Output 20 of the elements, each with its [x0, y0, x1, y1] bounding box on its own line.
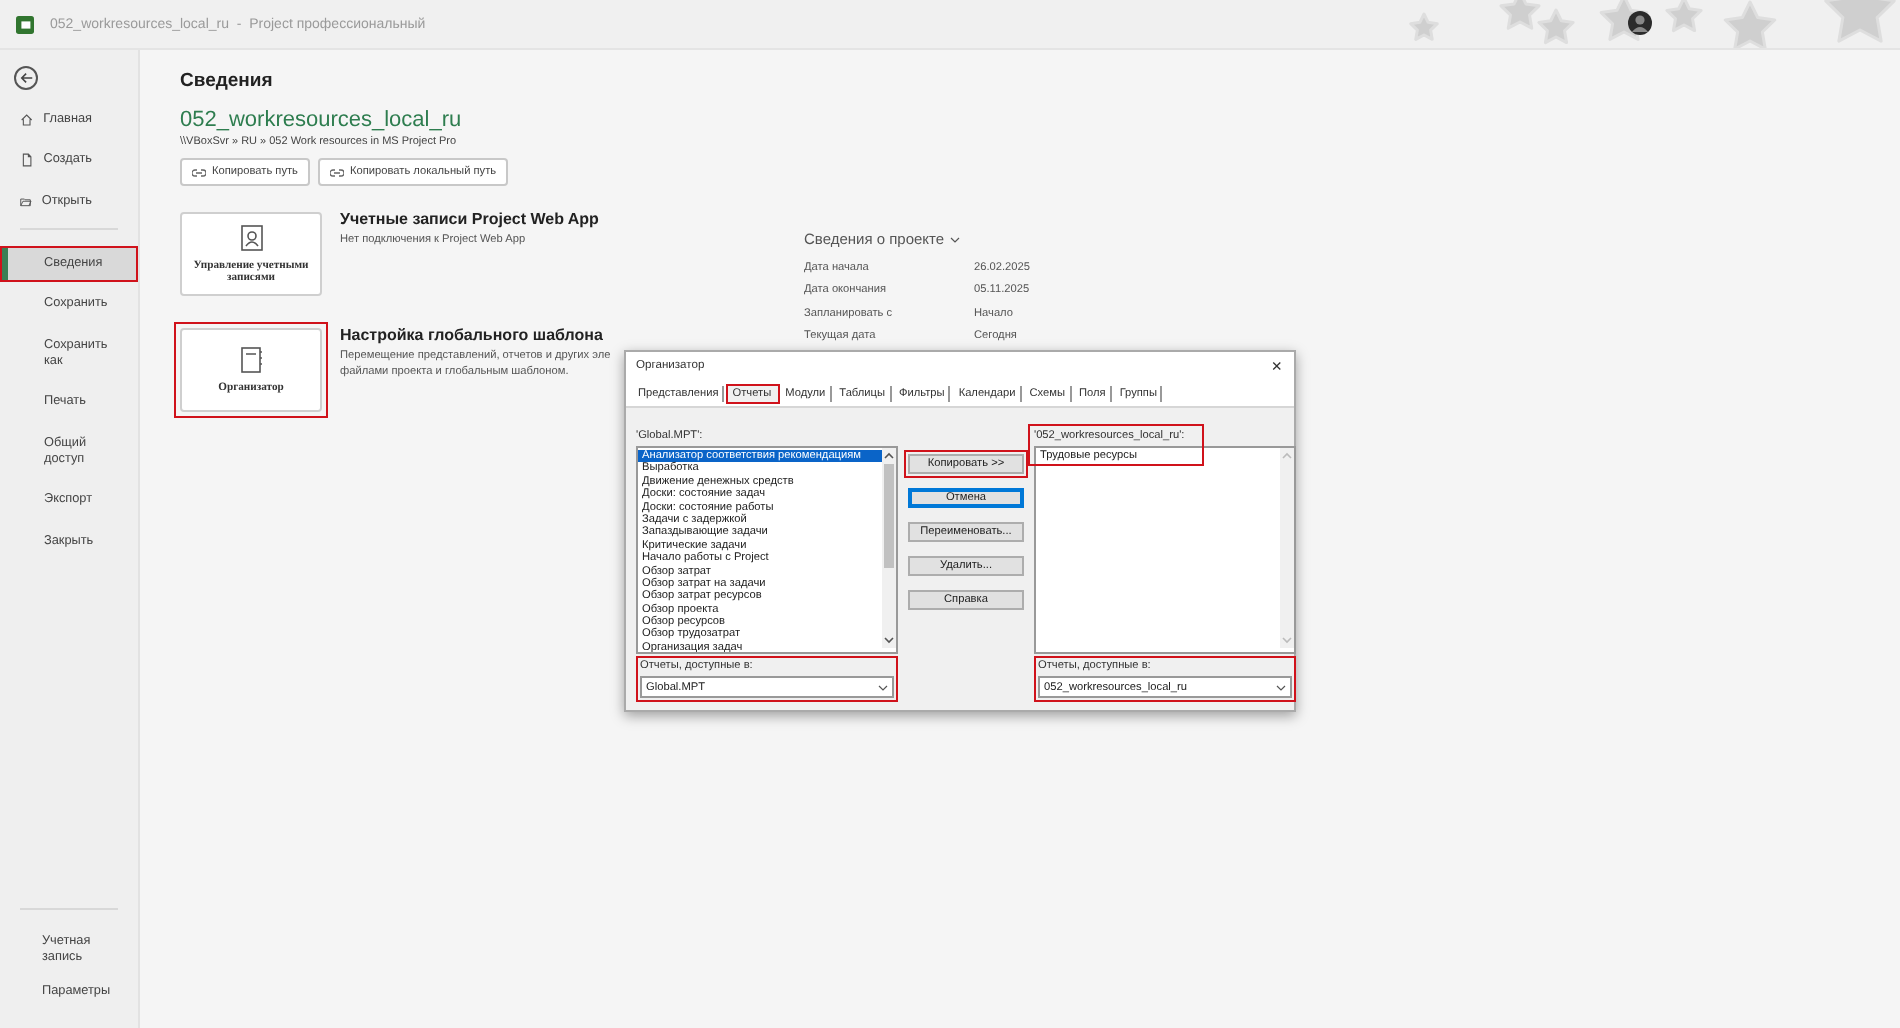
- home-icon: [20, 112, 34, 129]
- chevron-down-icon: [950, 235, 961, 243]
- back-button[interactable]: [14, 66, 38, 90]
- item-list[interactable]: [636, 446, 898, 654]
- section-title: Учетные записи Project Web App: [340, 210, 601, 228]
- link-icon: [192, 167, 206, 177]
- close-button[interactable]: ×: [1267, 357, 1286, 375]
- section-title: Настройка глобального шаблона: [340, 326, 605, 344]
- link-icon: [329, 167, 344, 177]
- folder-icon: [20, 193, 32, 210]
- scrollbar[interactable]: [882, 448, 896, 648]
- back-arrow-icon: [19, 72, 33, 84]
- scrollbar[interactable]: [1280, 448, 1294, 648]
- file-icon: [20, 152, 34, 169]
- notebook-icon: [239, 346, 263, 374]
- page-heading: Сведения: [180, 70, 275, 92]
- person-card-icon: [239, 224, 263, 252]
- file-name: 052_workresources_local_ru: [180, 108, 464, 132]
- avatar-icon: [1628, 10, 1652, 36]
- app-logo-icon: [16, 15, 34, 33]
